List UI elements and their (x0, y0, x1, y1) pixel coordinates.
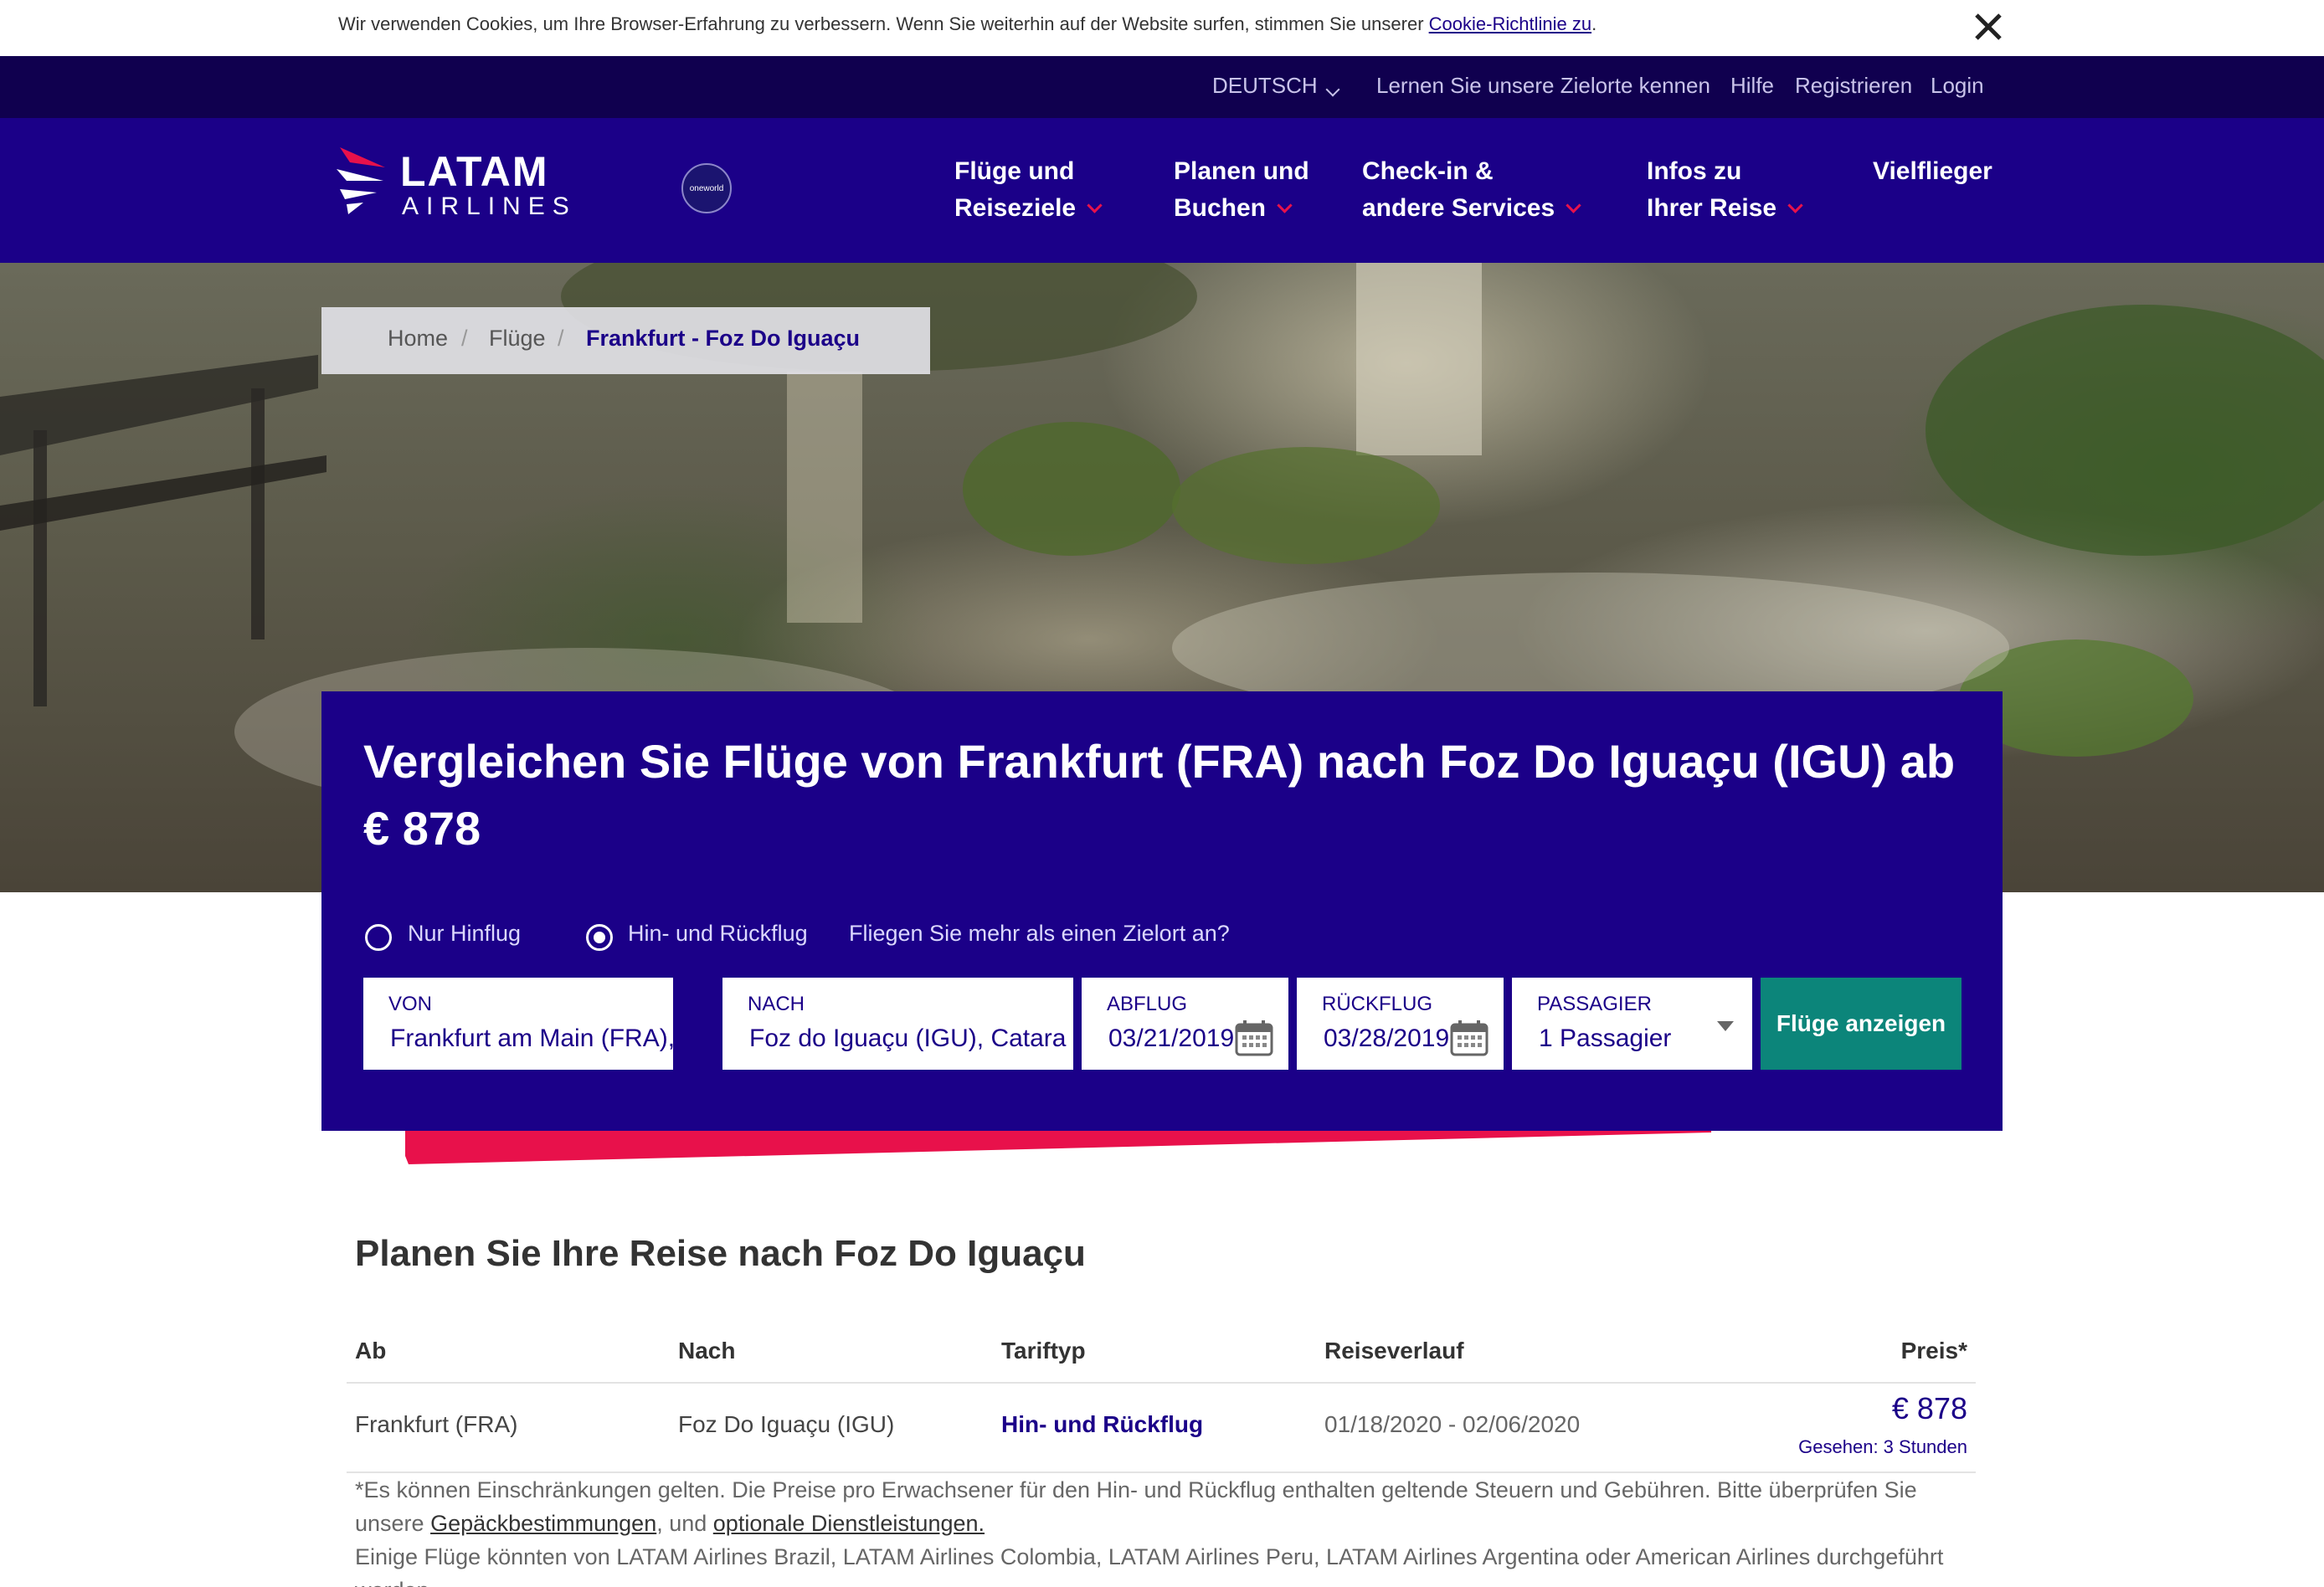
breadcrumb-current: Frankfurt - Foz Do Iguaçu (586, 326, 860, 351)
cookie-message: Wir verwenden Cookies, um Ihre Browser-E… (338, 13, 1597, 34)
logo-wordmark: LATAM (400, 148, 549, 195)
chevron-down-icon (1277, 198, 1293, 213)
passenger-select[interactable]: PASSAGIER 1 Passagier (1512, 978, 1752, 1070)
from-label: VON (388, 993, 433, 1015)
row-seen: Gesehen: 3 Stunden (1798, 1436, 1967, 1457)
to-label: NACH (748, 993, 805, 1015)
column-header-itinerary: Reiseverlauf (1324, 1338, 1464, 1364)
nav-infos-reise[interactable]: Infos zu Ihrer Reise (1647, 153, 1803, 227)
calendar-icon[interactable] (1235, 1019, 1273, 1056)
to-field[interactable]: NACH Foz do Iguaçu (IGU), Catara (722, 978, 1073, 1070)
nav-vielflieger[interactable]: Vielflieger (1873, 153, 1992, 190)
breadcrumb-separator: / (558, 326, 564, 351)
column-header-from: Ab (355, 1338, 387, 1364)
return-date-field[interactable]: RÜCKFLUG 03/28/2019 (1297, 978, 1504, 1070)
from-field[interactable]: VON Frankfurt am Main (FRA), F (363, 978, 673, 1070)
latam-logo[interactable]: LATAM AIRLINES (335, 141, 594, 223)
dropdown-arrow-icon (1717, 1021, 1734, 1031)
return-label: RÜCKFLUG (1322, 993, 1433, 1015)
latam-logo-icon (337, 147, 385, 214)
login-link[interactable]: Login (1931, 73, 1984, 99)
row-price[interactable]: € 878 (1892, 1391, 1967, 1426)
oneworld-logo: oneworld (681, 163, 732, 213)
chevron-down-icon (1325, 82, 1340, 97)
nav-planen-buchen[interactable]: Planen und Buchen (1174, 153, 1309, 227)
plan-section-title: Planen Sie Ihre Reise nach Foz Do Iguaçu (355, 1233, 1086, 1274)
row-fare-type-link[interactable]: Hin- und Rückflug (1001, 1411, 1203, 1438)
return-value: 03/28/2019 (1324, 1025, 1450, 1052)
depart-value: 03/21/2019 (1108, 1025, 1235, 1052)
radio-one-way-label[interactable]: Nur Hinflug (408, 921, 521, 947)
nav-checkin-services[interactable]: Check-in & andere Services (1362, 153, 1581, 227)
multi-city-link[interactable]: Fliegen Sie mehr als einen Zielort an? (849, 921, 1230, 947)
operator-disclaimer: Einige Flüge könnten von LATAM Airlines … (355, 1544, 1944, 1587)
destinations-link[interactable]: Lernen Sie unsere Zielorte kennen (1376, 73, 1710, 99)
chevron-down-icon (1787, 198, 1803, 213)
search-title: Vergleichen Sie Flüge von Frankfurt (FRA… (363, 735, 1956, 855)
decorative-red-strip (405, 1131, 1711, 1164)
chevron-down-icon (1087, 198, 1103, 213)
breadcrumb-fluege[interactable]: Flüge (489, 326, 546, 352)
from-value: Frankfurt am Main (FRA), F (390, 1025, 673, 1052)
breadcrumb: Home / Flüge / Frankfurt - Foz Do Iguaçu (321, 307, 930, 374)
to-value: Foz do Iguaçu (IGU), Catara (749, 1025, 1067, 1052)
show-flights-button[interactable]: Flüge anzeigen (1761, 978, 1962, 1070)
radio-round-trip[interactable] (586, 924, 613, 951)
flight-search-panel: Vergleichen Sie Flüge von Frankfurt (FRA… (321, 691, 2003, 1131)
optional-services-link[interactable]: optionale Dienstleistungen. (713, 1511, 985, 1536)
column-header-price: Preis* (1900, 1338, 1967, 1364)
baggage-rules-link[interactable]: Gepäckbestimmungen (430, 1511, 656, 1536)
register-link[interactable]: Registrieren (1795, 73, 1912, 99)
cookie-policy-link[interactable]: Cookie-Richtlinie zu (1429, 13, 1591, 34)
radio-round-trip-label[interactable]: Hin- und Rückflug (628, 921, 808, 947)
nav-fluege-reiseziele[interactable]: Flüge und Reiseziele (954, 153, 1103, 227)
close-icon[interactable] (1972, 10, 2005, 44)
passenger-value: 1 Passagier (1539, 1025, 1672, 1052)
row-from: Frankfurt (FRA) (355, 1411, 518, 1437)
calendar-icon[interactable] (1450, 1019, 1488, 1056)
language-selector[interactable]: DEUTSCH (1212, 73, 1340, 99)
breadcrumb-separator: / (461, 326, 468, 351)
column-header-to: Nach (678, 1338, 736, 1364)
passenger-label: PASSAGIER (1537, 993, 1652, 1015)
depart-date-field[interactable]: ABFLUG 03/21/2019 (1082, 978, 1288, 1070)
depart-label: ABFLUG (1107, 993, 1188, 1015)
chevron-down-icon (1566, 198, 1581, 213)
utility-bar: DEUTSCH Lernen Sie unsere Zielorte kenne… (0, 56, 2324, 118)
price-disclaimer: *Es können Einschränkungen gelten. Die P… (355, 1473, 1971, 1587)
radio-one-way[interactable] (365, 924, 392, 951)
header-divider (347, 1382, 1976, 1384)
help-link[interactable]: Hilfe (1730, 73, 1774, 99)
breadcrumb-home[interactable]: Home (388, 326, 448, 352)
logo-subtitle: AIRLINES (402, 193, 577, 220)
row-to: Foz Do Iguaçu (IGU) (678, 1411, 895, 1437)
cookie-banner: Wir verwenden Cookies, um Ihre Browser-E… (0, 0, 2324, 56)
row-itinerary: 01/18/2020 - 02/06/2020 (1324, 1411, 1581, 1437)
column-header-fare-type: Tariftyp (1001, 1338, 1086, 1364)
